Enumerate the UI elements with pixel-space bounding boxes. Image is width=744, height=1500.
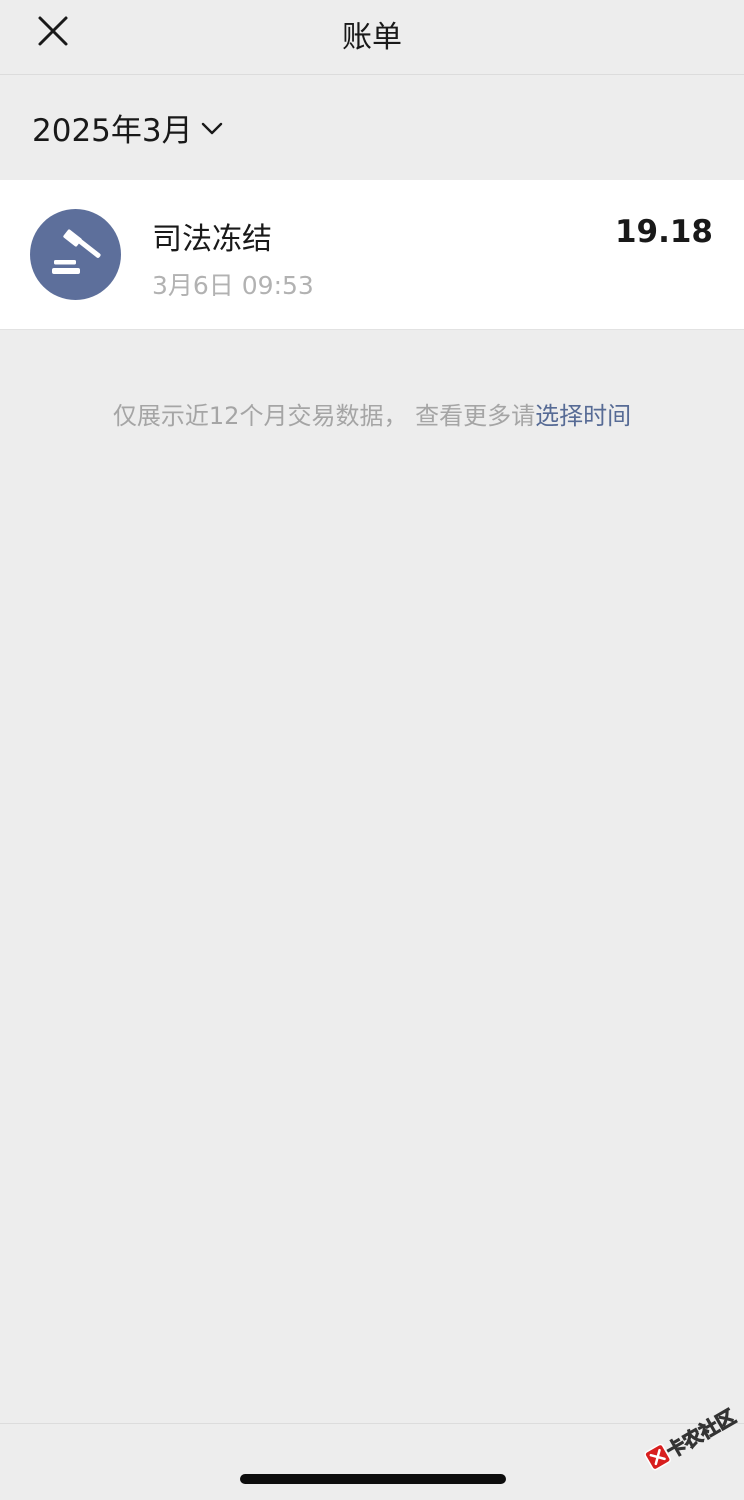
page-title: 账单 <box>342 20 402 55</box>
footer-divider <box>0 1423 744 1424</box>
gavel-icon <box>52 229 101 274</box>
bill-list-item[interactable]: 司法冻结 3月6日 09:53 19.18 <box>0 180 744 330</box>
home-indicator <box>240 1474 506 1484</box>
note-text: 仅展示近12个月交易数据， 查看更多请 <box>112 402 536 430</box>
top-nav-bar: 账单 <box>0 0 744 75</box>
bill-title: 司法冻结 <box>152 222 272 257</box>
chevron-down-icon <box>201 122 222 134</box>
bill-time: 3月6日 09:53 <box>152 271 314 300</box>
month-selector[interactable]: 2025年3月 <box>32 105 223 150</box>
history-note: 仅展示近12个月交易数据， 查看更多请选择时间 <box>0 396 744 431</box>
watermark-text: 卡农社区 <box>662 1405 740 1463</box>
month-label: 2025年3月 <box>32 113 193 149</box>
select-time-link[interactable]: 选择时间 <box>535 402 631 430</box>
bill-amount: 19.18 <box>614 214 713 250</box>
watermark: 卡农社区 <box>629 1388 744 1499</box>
month-filter-bar: 2025年3月 <box>0 75 744 180</box>
bill-avatar <box>30 209 121 300</box>
